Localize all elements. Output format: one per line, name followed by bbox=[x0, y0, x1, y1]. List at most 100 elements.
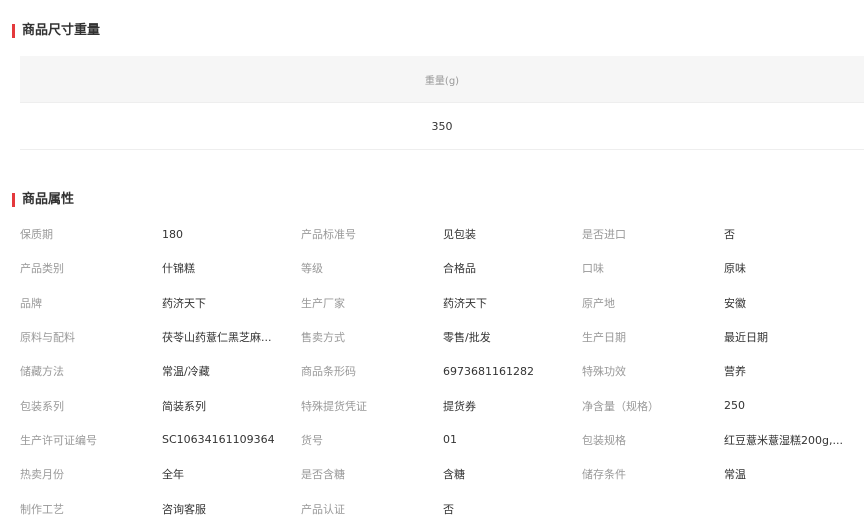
attribute-label: 品牌 bbox=[20, 295, 162, 311]
attribute-value: 01 bbox=[443, 433, 582, 446]
attribute-value-text: 180 bbox=[162, 227, 183, 241]
size-weight-section-title: 商品尺寸重量 bbox=[12, 24, 100, 38]
attribute-label: 口味 bbox=[582, 260, 724, 276]
attribute-label-text: 货号 bbox=[301, 433, 323, 447]
attribute-value: 全年 bbox=[162, 466, 301, 482]
attribute-value-text: 营养 bbox=[724, 365, 746, 379]
attribute-label: 货号 bbox=[301, 432, 443, 448]
attribute-label-text: 生产日期 bbox=[582, 331, 626, 345]
attribute-value: 最近日期 bbox=[724, 329, 863, 345]
attribute-value: 250 bbox=[724, 399, 863, 412]
attribute-label: 产品类别 bbox=[20, 260, 162, 276]
attribute-row: 生产许可证编号 SC10634161109364 货号 01 包装规格 红豆薏米薏湿糕20… bbox=[20, 423, 864, 457]
attribute-value: 否 bbox=[443, 501, 582, 517]
product-attributes-section-title: 商品属性 bbox=[12, 193, 74, 207]
attribute-label: 生产许可证编号 bbox=[20, 432, 162, 448]
attribute-value-text: 提货券 bbox=[443, 399, 476, 413]
attribute-label-text: 保质期 bbox=[20, 228, 53, 242]
attribute-label: 热卖月份 bbox=[20, 466, 162, 482]
attribute-label: 特殊功效 bbox=[582, 363, 724, 379]
attribute-label: 生产厂家 bbox=[301, 295, 443, 311]
attribute-label-text: 原料与配料 bbox=[20, 331, 75, 345]
attribute-label-text: 原产地 bbox=[582, 296, 615, 310]
attribute-row: 产品类别 什锦糕 等级 合格品 口味 原味 bbox=[20, 251, 864, 285]
attribute-label: 包装系列 bbox=[20, 398, 162, 414]
attribute-value: 安徽 bbox=[724, 295, 863, 311]
attribute-value: 零售/批发 bbox=[443, 329, 582, 345]
attribute-label-text: 特殊提货凭证 bbox=[301, 399, 367, 413]
attribute-value: 常温/冷藏 bbox=[162, 363, 301, 379]
attribute-label: 原料与配料 bbox=[20, 329, 162, 345]
attribute-label-text: 产品认证 bbox=[301, 502, 345, 516]
attribute-value-text: 否 bbox=[443, 502, 454, 516]
attribute-value: 茯苓山药薏仁黑芝麻... bbox=[162, 329, 301, 345]
attribute-label: 制作工艺 bbox=[20, 501, 162, 517]
attribute-value-text: 全年 bbox=[162, 468, 184, 482]
attribute-value: 红豆薏米薏湿糕200g,... bbox=[724, 432, 863, 448]
attribute-label-text: 包装系列 bbox=[20, 399, 64, 413]
attribute-row: 制作工艺 咨询客服 产品认证 否 bbox=[20, 491, 864, 525]
attribute-value-text: 最近日期 bbox=[724, 331, 768, 345]
attribute-label-text: 储藏方法 bbox=[20, 365, 64, 379]
attribute-label-text: 产品标准号 bbox=[301, 228, 356, 242]
attribute-label-text: 储存条件 bbox=[582, 468, 626, 482]
attribute-label-text: 热卖月份 bbox=[20, 468, 64, 482]
attribute-value: 药济天下 bbox=[162, 295, 301, 311]
attribute-value-text: 250 bbox=[724, 399, 745, 413]
attribute-value-text: SC10634161109364 bbox=[162, 433, 275, 447]
attribute-value: 营养 bbox=[724, 363, 863, 379]
attribute-value: 180 bbox=[162, 228, 301, 241]
attribute-label-text: 是否进口 bbox=[582, 228, 626, 242]
attribute-label-text: 口味 bbox=[582, 262, 604, 276]
attribute-label: 生产日期 bbox=[582, 329, 724, 345]
attribute-label-text: 生产许可证编号 bbox=[20, 433, 97, 447]
attribute-label: 商品条形码 bbox=[301, 363, 443, 379]
attribute-value-text: 红豆薏米薏湿糕200g,... bbox=[724, 433, 843, 447]
attribute-row: 包装系列 简装系列 特殊提货凭证 提货券 净含量（规格） 250 bbox=[20, 388, 864, 422]
attribute-label: 储存条件 bbox=[582, 466, 724, 482]
attribute-row: 原料与配料 茯苓山药薏仁黑芝麻... 售卖方式 零售/批发 生产日期 最近日期 bbox=[20, 320, 864, 354]
attribute-label-text: 品牌 bbox=[20, 296, 42, 310]
size-weight-table: 重量(g) 350 bbox=[20, 56, 864, 150]
attribute-value: 原味 bbox=[724, 260, 863, 276]
attribute-row: 品牌 药济天下 生产厂家 药济天下 原产地 安徽 bbox=[20, 286, 864, 320]
attribute-value-text: 安徽 bbox=[724, 296, 746, 310]
attribute-label: 等级 bbox=[301, 260, 443, 276]
attribute-value: 什锦糕 bbox=[162, 260, 301, 276]
attribute-label: 是否含糖 bbox=[301, 466, 443, 482]
attribute-value: 含糖 bbox=[443, 466, 582, 482]
attribute-label-text: 售卖方式 bbox=[301, 331, 345, 345]
attribute-row: 热卖月份 全年 是否含糖 含糖 储存条件 常温 bbox=[20, 457, 864, 491]
attribute-value-text: 零售/批发 bbox=[443, 331, 491, 345]
attribute-value: 见包装 bbox=[443, 226, 582, 242]
attribute-value: 合格品 bbox=[443, 260, 582, 276]
attribute-value-text: 否 bbox=[724, 228, 735, 242]
attribute-value-text: 常温 bbox=[724, 468, 746, 482]
attribute-value-text: 什锦糕 bbox=[162, 262, 195, 276]
attribute-value-text: 原味 bbox=[724, 262, 746, 276]
attribute-value-text: 咨询客服 bbox=[162, 502, 206, 516]
attribute-label: 保质期 bbox=[20, 226, 162, 242]
attribute-label: 特殊提货凭证 bbox=[301, 398, 443, 414]
attribute-value: 常温 bbox=[724, 466, 863, 482]
attribute-label-text: 等级 bbox=[301, 262, 323, 276]
attribute-label: 售卖方式 bbox=[301, 329, 443, 345]
attribute-value-text: 药济天下 bbox=[443, 296, 487, 310]
attribute-label: 产品标准号 bbox=[301, 226, 443, 242]
attribute-value-text: 药济天下 bbox=[162, 296, 206, 310]
attribute-value-text: 合格品 bbox=[443, 262, 476, 276]
attribute-value-text: 01 bbox=[443, 433, 457, 447]
attribute-value-text: 见包装 bbox=[443, 228, 476, 242]
attribute-label: 储藏方法 bbox=[20, 363, 162, 379]
attribute-value: 咨询客服 bbox=[162, 501, 301, 517]
attribute-row: 保质期 180 产品标准号 见包装 是否进口 否 bbox=[20, 217, 864, 251]
attribute-label: 产品认证 bbox=[301, 501, 443, 517]
attribute-value-text: 常温/冷藏 bbox=[162, 365, 210, 379]
product-attributes-grid: 保质期 180 产品标准号 见包装 是否进口否产品类别 什锦糕 等级 合格品 口味 原味 品牌 药济天… bbox=[20, 217, 864, 526]
attribute-value: 药济天下 bbox=[443, 295, 582, 311]
attribute-value-text: 含糖 bbox=[443, 468, 465, 482]
attribute-value: 提货券 bbox=[443, 398, 582, 414]
attribute-label-text: 包装规格 bbox=[582, 433, 626, 447]
attribute-label-text: 生产厂家 bbox=[301, 296, 345, 310]
attribute-label: 包装规格 bbox=[582, 432, 724, 448]
